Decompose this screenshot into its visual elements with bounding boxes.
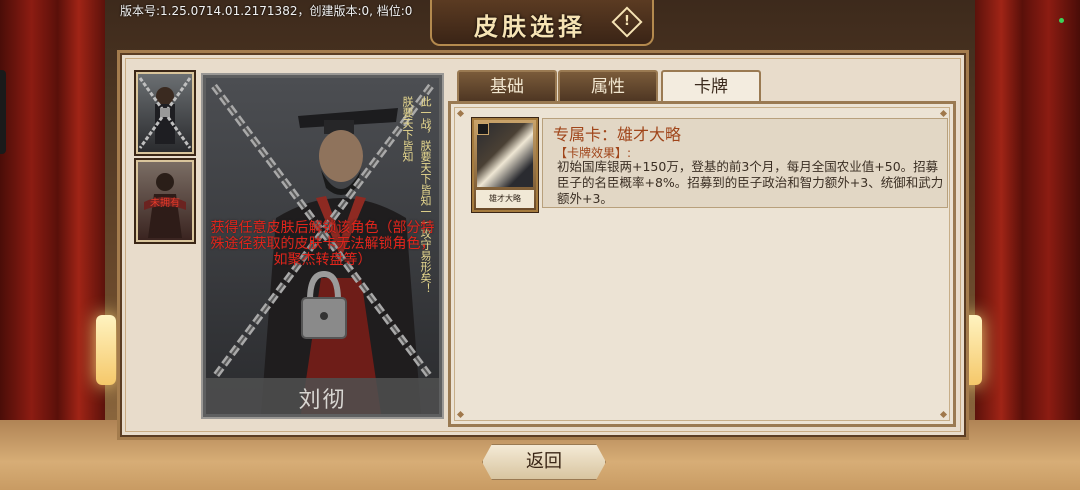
chain-lock-icon bbox=[138, 77, 192, 149]
character-name: 刘彻 bbox=[298, 388, 347, 413]
tab-basic[interactable]: 基础 bbox=[457, 70, 557, 102]
corner-ornament bbox=[939, 410, 948, 419]
quote-text-col-1: 朕要天下皆知 bbox=[401, 96, 414, 162]
card-rank-icon bbox=[477, 123, 489, 135]
main-panel: 未拥有 朕要天下皆知 此一战，朕要天下皆知一一攻守易形矣！ 获得任意皮肤后解锁该… bbox=[117, 50, 969, 440]
back-button[interactable]: 返回 bbox=[482, 444, 606, 480]
skin-thumbnail-2[interactable]: 未拥有 bbox=[136, 160, 194, 242]
skill-card-image[interactable]: 雄才大略 bbox=[472, 118, 538, 212]
tab-card[interactable]: 卡牌 bbox=[661, 70, 761, 102]
not-owned-label: 未拥有 bbox=[150, 198, 180, 209]
name-plate: 刘彻 bbox=[206, 378, 439, 414]
card-effect-text: 初始国库银两+150万，登基的前3个月，每月全国农业值+50。招募臣子的名臣概率… bbox=[557, 159, 944, 206]
unlock-message: 获得任意皮肤后解锁该角色（部分特殊途径获取的皮肤卡无法解锁角色，如聚杰转盘等） bbox=[210, 220, 435, 268]
card-title: 专属卡：雄才大略 bbox=[553, 125, 682, 144]
status-dot bbox=[1059, 18, 1064, 23]
lantern-left bbox=[96, 315, 116, 385]
card-image-label: 雄才大略 bbox=[476, 190, 534, 208]
side-handle[interactable] bbox=[0, 70, 6, 154]
corner-ornament bbox=[456, 109, 465, 118]
curtain-left bbox=[0, 0, 105, 490]
version-text: 版本号:1.25.0714.01.2171382，创建版本:0, 档位:0 bbox=[120, 4, 413, 18]
character-portrait-card: 朕要天下皆知 此一战，朕要天下皆知一一攻守易形矣！ 获得任意皮肤后解锁该角色（部… bbox=[203, 75, 442, 417]
page-title: 皮肤选择 bbox=[474, 13, 586, 41]
card-content-panel: 雄才大略 专属卡：雄才大略 【卡牌效果】: 初始国库银两+150万，登基的前3个… bbox=[448, 101, 956, 427]
title-banner: 皮肤选择 ! bbox=[430, 0, 654, 46]
tab-attributes[interactable]: 属性 bbox=[558, 70, 658, 102]
curtain-right bbox=[975, 0, 1080, 490]
corner-ornament bbox=[939, 109, 948, 118]
skin-thumbnail-1[interactable] bbox=[136, 72, 194, 154]
corner-ornament bbox=[456, 410, 465, 419]
